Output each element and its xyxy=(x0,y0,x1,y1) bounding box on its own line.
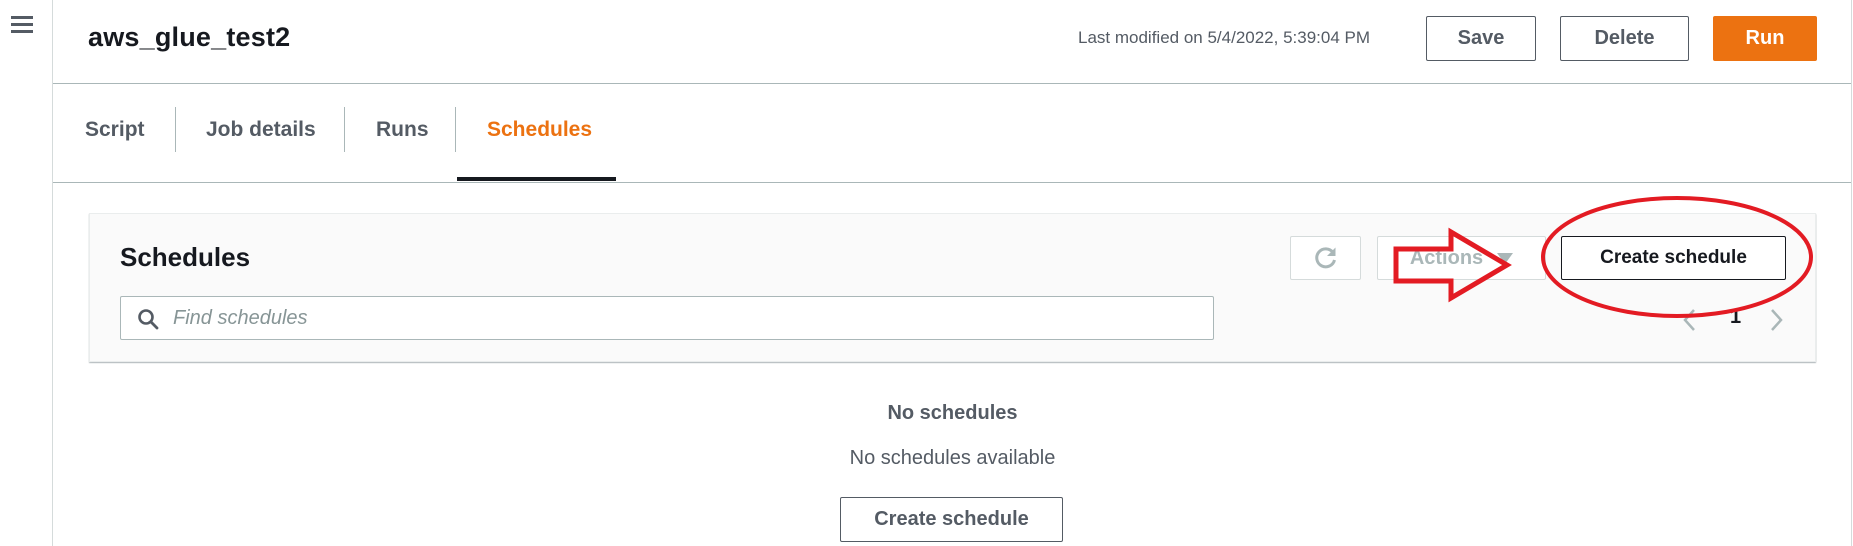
job-tabs: Script Job details Runs Schedules xyxy=(53,84,1851,183)
actions-label: Actions xyxy=(1409,246,1484,269)
chevron-left-icon[interactable] xyxy=(1680,308,1700,332)
delete-button[interactable]: Delete xyxy=(1560,16,1689,61)
refresh-button[interactable] xyxy=(1290,236,1361,280)
tab-schedules[interactable]: Schedules xyxy=(487,118,592,142)
refresh-icon xyxy=(1314,247,1336,269)
empty-state-create-schedule-button[interactable]: Create schedule xyxy=(840,497,1063,542)
tab-divider xyxy=(175,107,176,152)
chevron-right-icon[interactable] xyxy=(1766,308,1786,332)
hamburger-menu-icon[interactable] xyxy=(11,16,33,34)
pagination: 1 xyxy=(1680,304,1790,334)
active-tab-indicator xyxy=(457,177,616,181)
tab-runs[interactable]: Runs xyxy=(376,118,429,142)
save-button[interactable]: Save xyxy=(1426,16,1536,61)
panel-title: Schedules xyxy=(120,242,251,272)
page-number[interactable]: 1 xyxy=(1730,306,1741,329)
caret-down-icon xyxy=(1497,252,1514,264)
tab-divider xyxy=(344,107,345,152)
actions-dropdown[interactable]: Actions xyxy=(1377,236,1546,280)
search-input[interactable] xyxy=(173,297,1203,339)
empty-state-title: No schedules xyxy=(887,402,1018,424)
run-button[interactable]: Run xyxy=(1713,16,1817,61)
tab-divider xyxy=(455,107,456,152)
empty-state-subtitle: No schedules available xyxy=(849,447,1056,469)
last-modified-text: Last modified on 5/4/2022, 5:39:04 PM xyxy=(1078,28,1371,47)
search-field[interactable] xyxy=(120,296,1214,340)
tab-job-details[interactable]: Job details xyxy=(206,118,316,142)
job-header: aws_glue_test2 Last modified on 5/4/2022… xyxy=(53,0,1851,84)
tab-script[interactable]: Script xyxy=(85,118,145,142)
job-title: aws_glue_test2 xyxy=(88,22,291,52)
create-schedule-button[interactable]: Create schedule xyxy=(1561,236,1786,280)
search-icon xyxy=(138,309,159,330)
schedules-panel: Schedules Actions Create schedule 1 xyxy=(89,213,1816,362)
